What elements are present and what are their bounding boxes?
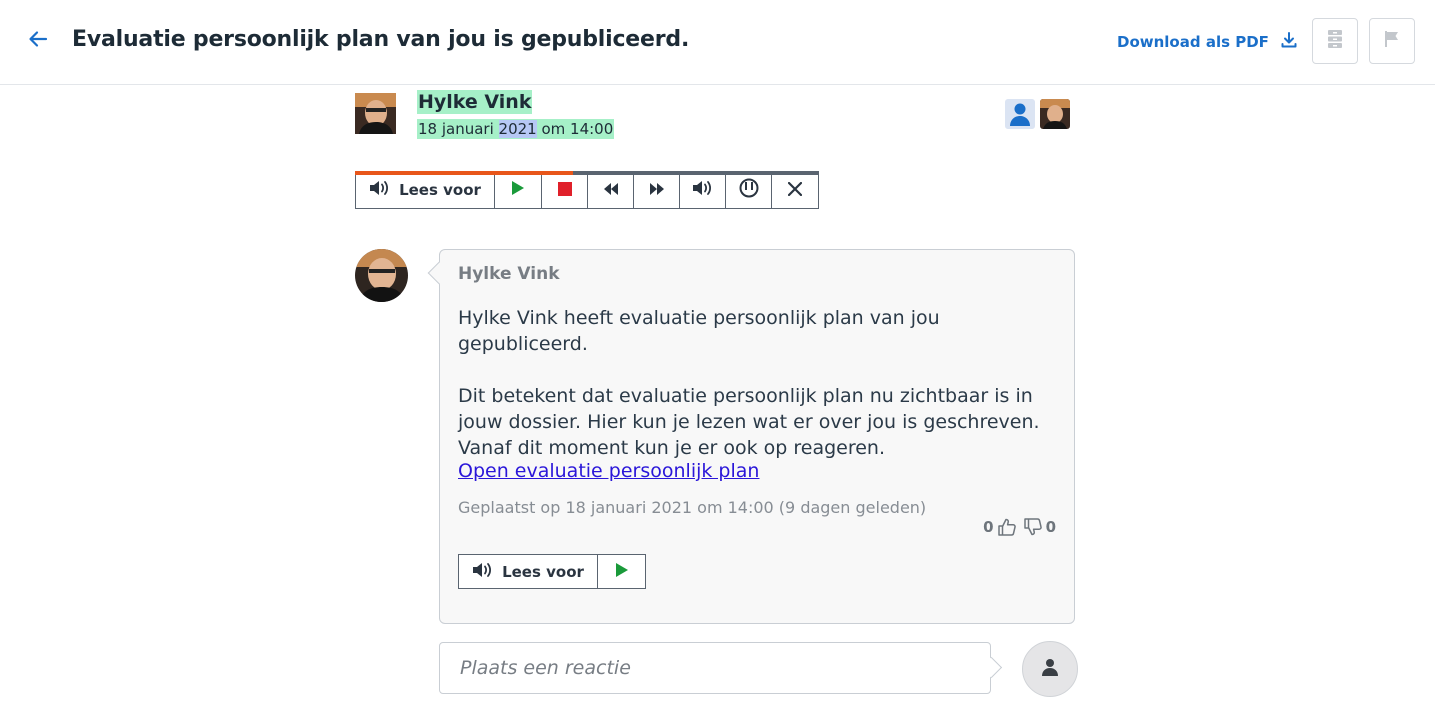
lees-voor-label: Lees voor [399,181,481,199]
archive-button[interactable] [1312,18,1358,64]
play-icon [511,180,525,200]
author-date: 18 januari 2021 om 14:00 [417,119,615,139]
forward-button[interactable] [634,172,680,208]
settings-icon [739,178,759,202]
lees-voor-button[interactable]: Lees voor [356,172,495,208]
user-icon [1042,658,1058,680]
comment-input[interactable] [439,642,991,694]
author-date-prefix: 18 januari [418,120,499,138]
author-date-year: 2021 [498,120,537,138]
stop-button[interactable] [542,172,588,208]
download-pdf-label: Download als PDF [1117,33,1269,51]
stop-icon [557,181,572,200]
close-icon [787,181,803,200]
author-date-suffix: om 14:00 [536,120,614,138]
message-readspeaker: Lees voor [458,554,646,589]
recipient-person-icon[interactable] [1005,99,1035,129]
rewind-icon [602,181,620,200]
message-lees-voor-button[interactable]: Lees voor [459,555,598,588]
speaker-icon [369,179,391,201]
comment-box [439,642,1003,694]
readspeaker-progress [355,171,818,175]
page-title: Evaluatie persoonlijk plan van jou is ge… [72,27,690,52]
message-lees-voor-label: Lees voor [502,562,584,581]
rewind-button[interactable] [588,172,634,208]
vote-controls: 0 0 [983,518,1056,536]
play-icon [615,562,629,582]
volume-button[interactable] [680,172,726,208]
settings-button[interactable] [726,172,772,208]
forward-icon [648,181,666,200]
current-user-avatar [1022,641,1078,697]
message-meta: Geplaatst op 18 januari 2021 om 14:00 (9… [458,498,927,517]
arrow-left-icon [27,28,49,54]
volume-icon [692,179,714,201]
speaker-icon [472,561,494,583]
message-author-avatar [355,249,408,302]
readspeaker-toolbar: Lees voor [355,171,819,209]
message-play-button[interactable] [598,555,645,588]
page-header: Evaluatie persoonlijk plan van jou is ge… [0,0,1435,85]
open-plan-link[interactable]: Open evaluatie persoonlijk plan [458,460,759,482]
back-button[interactable] [24,27,52,55]
author-avatar [355,93,396,134]
flag-button[interactable] [1369,18,1415,64]
thumbs-up-icon[interactable] [997,518,1016,536]
download-icon [1280,31,1298,53]
recipient-avatar[interactable] [1040,99,1070,129]
message-sender: Hylke Vink [458,264,560,284]
author-name: Hylke Vink [417,90,533,114]
message-card: Hylke Vink Hylke Vink heeft evaluatie pe… [427,249,1075,624]
readspeaker-progress-fill [355,171,573,175]
play-button[interactable] [495,172,542,208]
archive-icon [1327,29,1343,53]
download-pdf-button[interactable]: Download als PDF [1117,31,1298,53]
message-card-pointer [427,261,451,285]
like-count: 0 [983,518,994,536]
message-paragraph-1: Hylke Vink heeft evaluatie persoonlijk p… [458,307,940,355]
message-paragraph-2: Dit betekent dat evaluatie persoonlijk p… [458,385,1040,459]
thumbs-down-icon[interactable] [1023,518,1042,536]
dislike-count: 0 [1045,518,1056,536]
close-player-button[interactable] [772,172,818,208]
flag-icon [1383,30,1401,52]
